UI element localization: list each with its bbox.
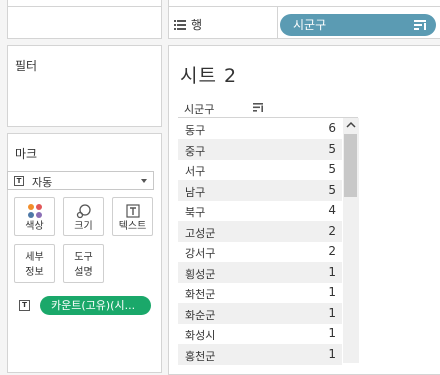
row-count-value: 1: [328, 285, 336, 299]
row-sigungu: 홍천군: [185, 349, 216, 363]
mark-type-value: 자동: [32, 176, 53, 189]
chevron-down-icon: [141, 179, 147, 183]
table-row[interactable]: 중구 5: [178, 138, 342, 160]
sort-descending-icon[interactable]: [414, 20, 426, 30]
row-count-value: 4: [328, 203, 336, 217]
table-row[interactable]: 강서구 2: [178, 241, 342, 262]
table-row[interactable]: 서구 5: [178, 159, 342, 180]
row-count-value: 6: [328, 121, 336, 135]
list-rows-icon: [174, 20, 186, 30]
detail-button[interactable]: 세부 정보: [14, 244, 55, 283]
row-sigungu: 남구: [185, 185, 206, 199]
detail-button-label: 세부 정보: [25, 252, 44, 278]
filters-title: 필터: [15, 59, 38, 73]
sort-icon[interactable]: [253, 103, 263, 112]
row-count-value: 1: [328, 264, 336, 279]
size-button-label: 크기: [74, 221, 93, 232]
sheet-title: 시트 2: [180, 65, 238, 87]
row-sigungu: 서구: [185, 165, 206, 178]
row-count-value: 1: [328, 346, 336, 361]
row-count-value: 5: [328, 182, 336, 197]
text-pill-count-distinct[interactable]: 카운트(고유)(시...: [40, 296, 151, 315]
rows-shelf-label: 행: [191, 18, 203, 32]
row-count-value: 2: [328, 223, 336, 238]
filters-card[interactable]: 필터: [7, 45, 162, 127]
row-count-value: 5: [328, 141, 336, 156]
tooltip-button-label: 도구 설명: [74, 252, 93, 278]
table-row[interactable]: 북구 4: [178, 200, 342, 221]
text-button[interactable]: 텍스트: [112, 197, 153, 236]
table-row[interactable]: 화성시 1: [178, 323, 342, 344]
rows-shelf-divider: [277, 6, 278, 39]
table-row[interactable]: 동구 6: [178, 118, 342, 139]
row-sigungu: 중구: [185, 144, 206, 158]
color-button[interactable]: 색상: [14, 197, 55, 236]
table-row[interactable]: 화천군 1: [178, 282, 342, 303]
row-count-value: 1: [328, 305, 336, 320]
left-top-divider: [7, 6, 162, 7]
mark-type-dropdown[interactable]: T 자동: [7, 171, 154, 190]
scroll-up-arrow-icon[interactable]: [346, 121, 356, 128]
rows-pill-sigungu[interactable]: 시군구: [280, 14, 436, 36]
table-row[interactable]: 남구 5: [178, 179, 342, 201]
row-sigungu: 고성군: [185, 226, 216, 240]
rows-shelf-top-divider: [168, 6, 440, 7]
tooltip-button[interactable]: 도구 설명: [63, 244, 104, 283]
text-encoding-icon: T: [19, 300, 30, 311]
row-sigungu: 화성시: [185, 329, 216, 342]
row-sigungu: 강서구: [185, 247, 216, 260]
row-sigungu: 동구: [185, 124, 206, 137]
column-header-sigungu[interactable]: 시군구: [184, 101, 214, 117]
row-sigungu: 화천군: [185, 288, 216, 301]
row-count-value: 5: [328, 162, 336, 176]
row-sigungu: 북구: [185, 206, 206, 219]
table-row[interactable]: 홍천군 1: [178, 343, 342, 365]
table-row[interactable]: 고성군 2: [178, 220, 342, 242]
text-button-label: 텍스트: [118, 221, 147, 232]
table-row[interactable]: 횡성군 1: [178, 261, 342, 283]
row-sigungu: 화순군: [185, 308, 216, 322]
scrollbar-thumb[interactable]: [344, 134, 357, 197]
row-sigungu: 횡성군: [185, 267, 216, 281]
color-button-label: 색상: [25, 221, 44, 232]
row-count-value: 1: [328, 326, 336, 340]
marks-title: 마크: [15, 147, 38, 161]
rows-pill-label: 시군구: [293, 18, 327, 32]
table-row[interactable]: 화순군 1: [178, 302, 342, 324]
size-button[interactable]: 크기: [63, 197, 104, 236]
text-mark-icon: T: [14, 176, 24, 186]
row-count-value: 2: [328, 244, 336, 258]
